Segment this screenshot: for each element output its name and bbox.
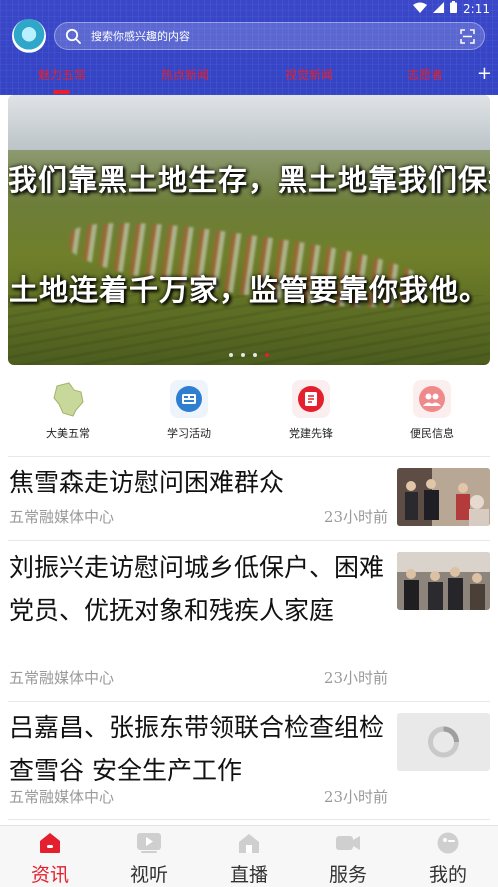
nav-live[interactable]: 直播	[209, 832, 289, 887]
nav-label: 视听	[129, 864, 168, 886]
banner-text-line-1: 我们靠黑土地生存，黑土地靠我们保护。	[8, 163, 490, 197]
quick-item-party[interactable]: 党建先锋	[266, 380, 356, 441]
carousel-dot[interactable]	[253, 353, 257, 357]
carousel-dot[interactable]	[241, 353, 245, 357]
people-icon	[413, 380, 451, 418]
video-icon	[136, 832, 162, 854]
nav-label: 我的	[428, 864, 467, 886]
news-source: 五常融媒体中心	[9, 669, 115, 687]
news-source: 五常融媒体中心	[9, 508, 115, 526]
scan-icon[interactable]	[450, 22, 484, 50]
service-icon	[335, 832, 361, 854]
banner-sky	[8, 95, 490, 150]
tab-visual-news[interactable]: 视觉新闻	[285, 66, 333, 83]
quick-item-beautiful-wuchang[interactable]: 大美五常	[23, 380, 113, 441]
channel-tabs: 魅力五常 热点新闻 视觉新闻 志愿者 +	[0, 62, 498, 95]
carousel-indicators	[8, 353, 490, 357]
divider	[8, 456, 490, 457]
divider	[8, 819, 490, 820]
nav-label: 直播	[229, 864, 268, 886]
news-thumbnail-placeholder[interactable]	[397, 713, 490, 771]
tab-volunteer[interactable]: 志愿者	[407, 66, 443, 83]
news-time: 23小时前	[323, 508, 388, 526]
quick-item-label: 大美五常	[46, 427, 90, 440]
search-bar[interactable]: 搜索你感兴趣的内容	[54, 22, 485, 50]
divider	[8, 701, 490, 702]
nav-video[interactable]: 视听	[109, 832, 189, 887]
active-tab-indicator	[53, 90, 70, 94]
quick-item-label: 学习活动	[167, 427, 211, 440]
signal-icon	[433, 1, 445, 16]
nav-label: 资讯	[30, 864, 69, 886]
news-title[interactable]: 焦雪森走访慰问困难群众	[9, 461, 389, 504]
study-icon	[170, 380, 208, 418]
divider	[8, 540, 490, 541]
search-icon	[55, 22, 91, 50]
map-icon	[49, 380, 87, 418]
profile-icon	[435, 832, 461, 854]
app-logo[interactable]	[12, 19, 46, 53]
party-icon	[292, 380, 330, 418]
news-thumbnail[interactable]	[397, 468, 490, 526]
status-time: 2:11	[463, 1, 490, 16]
app-header: 2:11 搜索你感兴趣的内容 魅力五常 热点新闻 视觉新闻 志愿者 +	[0, 0, 498, 95]
tab-hot-news[interactable]: 热点新闻	[161, 66, 209, 83]
search-placeholder: 搜索你感兴趣的内容	[91, 30, 190, 43]
nav-service[interactable]: 服务	[308, 832, 388, 887]
news-icon	[37, 832, 63, 854]
tab-charm-wuchang[interactable]: 魅力五常	[38, 66, 86, 83]
nav-news[interactable]: 资讯	[10, 832, 90, 887]
nav-profile[interactable]: 我的	[408, 832, 488, 887]
news-title[interactable]: 吕嘉昌、张振东带领联合检查组检查雪谷 安全生产工作	[9, 706, 389, 792]
bottom-navigation: 资讯 视听 直播 服务 我的	[0, 825, 498, 887]
news-source: 五常融媒体中心	[9, 788, 115, 806]
quick-item-label: 便民信息	[410, 427, 454, 440]
banner-text-line-2: 土地连着千万家，监管要靠你我他。	[8, 273, 489, 307]
banner-carousel[interactable]: 我们靠黑土地生存，黑土地靠我们保护。 土地连着千万家，监管要靠你我他。	[8, 95, 490, 365]
status-bar: 2:11	[0, 0, 498, 18]
news-title[interactable]: 刘振兴走访慰问城乡低保户、困难党员、优抚对象和残疾人家庭	[9, 546, 389, 632]
carousel-dot-active[interactable]	[265, 353, 269, 357]
news-time: 23小时前	[323, 788, 388, 806]
battery-icon	[450, 1, 458, 16]
live-icon	[236, 832, 262, 854]
quick-item-label: 党建先锋	[289, 427, 333, 440]
quick-item-study[interactable]: 学习活动	[144, 380, 234, 441]
nav-label: 服务	[328, 864, 367, 886]
wifi-icon	[413, 2, 428, 16]
news-thumbnail[interactable]	[397, 552, 490, 610]
carousel-dot[interactable]	[229, 353, 233, 357]
news-time: 23小时前	[323, 669, 388, 687]
quick-menu: 大美五常 学习活动 党建先锋 便民信息	[0, 375, 498, 445]
add-channel-icon[interactable]: +	[477, 65, 492, 83]
quick-item-convenience[interactable]: 便民信息	[387, 380, 477, 441]
